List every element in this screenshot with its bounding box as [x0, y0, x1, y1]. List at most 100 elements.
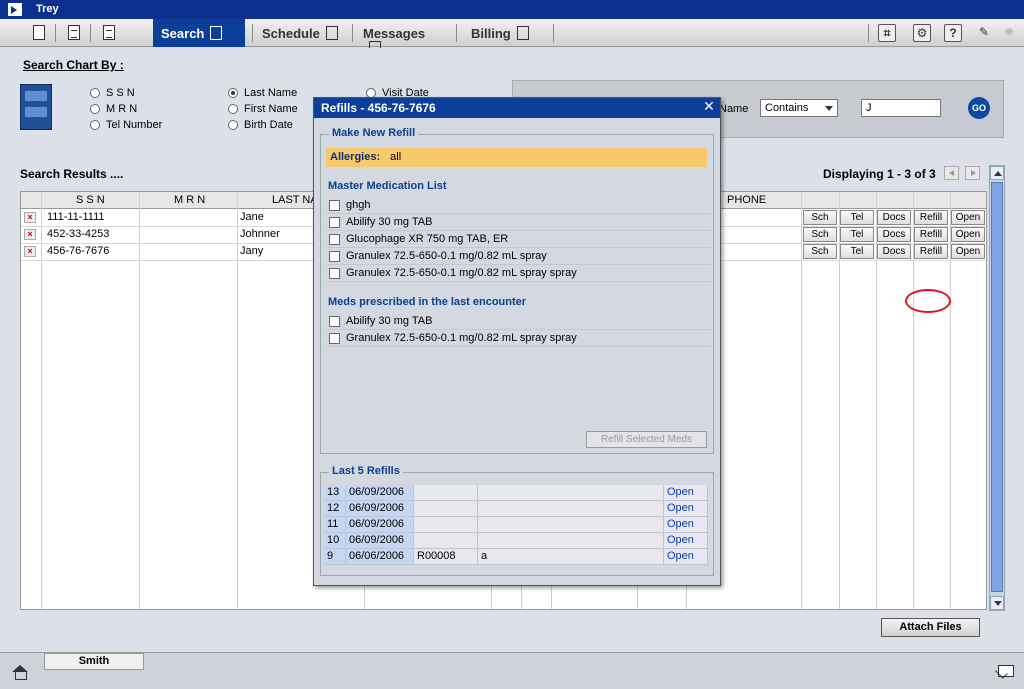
- refill-button[interactable]: Refill: [914, 244, 948, 259]
- results-scrollbar[interactable]: [989, 165, 1005, 611]
- radio-last-name[interactable]: Last Name: [228, 87, 297, 99]
- radio-ssn[interactable]: S S N: [90, 87, 135, 99]
- radio-dot[interactable]: [228, 120, 238, 130]
- radio-dot[interactable]: [228, 104, 238, 114]
- refill-selected-meds-button[interactable]: Refill Selected Meds: [586, 431, 707, 448]
- tel-button[interactable]: Tel: [840, 210, 874, 225]
- radio-birth-date[interactable]: Birth Date: [228, 119, 293, 131]
- med-checkbox[interactable]: [329, 233, 340, 245]
- cell-ssn: 111-11-1111: [47, 211, 105, 223]
- refill-open-link[interactable]: Open: [664, 533, 708, 549]
- radio-tel-number[interactable]: Tel Number: [90, 119, 162, 131]
- tab-messages[interactable]: Messages: [355, 19, 447, 55]
- prev-page-icon[interactable]: [944, 166, 959, 180]
- refill-note: [478, 533, 664, 549]
- match-type-select[interactable]: Contains: [760, 99, 838, 117]
- radio-dot[interactable]: [90, 104, 100, 114]
- refill-button[interactable]: Refill: [914, 210, 948, 225]
- med-item[interactable]: Granulex 72.5-650-0.1 mg/0.82 mL spray: [326, 248, 711, 265]
- mail-icon[interactable]: [998, 665, 1014, 677]
- help-icon[interactable]: ?: [944, 24, 962, 42]
- sch-button[interactable]: Sch: [803, 244, 837, 259]
- column-ssn[interactable]: S S N: [76, 194, 105, 206]
- attach-files-button[interactable]: Attach Files: [881, 618, 980, 637]
- search-query-input[interactable]: J: [861, 99, 941, 117]
- med-item[interactable]: Glucophage XR 750 mg TAB, ER: [326, 231, 711, 248]
- refill-ref: [414, 501, 478, 517]
- settings-search-icon[interactable]: ⚙: [913, 24, 931, 42]
- sch-button[interactable]: Sch: [803, 227, 837, 242]
- tab-billing-label: Billing: [471, 26, 511, 41]
- next-page-icon[interactable]: [965, 166, 980, 180]
- med-label: Granulex 72.5-650-0.1 mg/0.82 mL spray s…: [346, 267, 577, 279]
- tab-billing[interactable]: Billing: [463, 19, 553, 47]
- radio-mrn-label: M R N: [106, 103, 138, 115]
- med-item[interactable]: Abilify 30 mg TAB: [326, 214, 711, 231]
- med-item[interactable]: Abilify 30 mg TAB: [326, 313, 711, 330]
- tel-button[interactable]: Tel: [840, 227, 874, 242]
- radio-dot[interactable]: [90, 120, 100, 130]
- radio-dot-selected[interactable]: [228, 88, 238, 98]
- refill-button[interactable]: Refill: [914, 227, 948, 242]
- sch-button[interactable]: Sch: [803, 210, 837, 225]
- home-icon[interactable]: [12, 665, 28, 680]
- med-checkbox[interactable]: [329, 216, 340, 228]
- edit-icon[interactable]: ✎: [975, 24, 993, 42]
- docs-button[interactable]: Docs: [877, 227, 911, 242]
- med-checkbox[interactable]: [329, 199, 340, 211]
- delete-row-icon[interactable]: ×: [24, 246, 36, 257]
- med-item[interactable]: Granulex 72.5-650-0.1 mg/0.82 mL spray s…: [326, 265, 711, 282]
- dialog-title: Refills - 456-76-7676: [321, 101, 436, 115]
- delete-row-icon[interactable]: ×: [24, 229, 36, 240]
- open-button[interactable]: Open: [951, 210, 985, 225]
- refill-row: 10 06/09/2006 Open: [324, 533, 708, 549]
- field-label: Name: [719, 103, 749, 115]
- refill-open-link[interactable]: Open: [664, 517, 708, 533]
- document-icon[interactable]: [68, 25, 80, 40]
- refill-ref: R00008: [414, 549, 478, 565]
- open-button[interactable]: Open: [951, 244, 985, 259]
- refill-open-link[interactable]: Open: [664, 501, 708, 517]
- column-last-name[interactable]: LAST NA: [272, 194, 318, 206]
- toolbar-divider: [352, 24, 353, 42]
- med-label: Granulex 72.5-650-0.1 mg/0.82 mL spray s…: [346, 332, 577, 344]
- tab-schedule[interactable]: Schedule: [254, 19, 346, 47]
- refill-open-link[interactable]: Open: [664, 485, 708, 501]
- radio-dot[interactable]: [90, 88, 100, 98]
- docs-button[interactable]: Docs: [877, 244, 911, 259]
- close-icon[interactable]: ✕: [702, 99, 716, 114]
- radio-tel-label: Tel Number: [106, 119, 163, 131]
- column-phone[interactable]: PHONE: [727, 194, 766, 206]
- med-checkbox[interactable]: [329, 267, 340, 279]
- radio-first-name[interactable]: First Name: [228, 103, 298, 115]
- network-icon[interactable]: ⌗: [878, 24, 896, 42]
- refill-date: 06/09/2006: [346, 533, 414, 549]
- refill-open-link[interactable]: Open: [664, 549, 708, 565]
- scroll-thumb[interactable]: [991, 182, 1003, 592]
- med-checkbox[interactable]: [329, 332, 340, 344]
- radio-mrn[interactable]: M R N: [90, 103, 137, 115]
- docs-button[interactable]: Docs: [877, 210, 911, 225]
- window-titlebar: Trey: [0, 0, 1024, 19]
- toolbar-divider: [252, 24, 253, 42]
- toolbar-divider: [868, 24, 869, 42]
- column-mrn[interactable]: M R N: [174, 194, 205, 206]
- tab-search[interactable]: Search: [153, 19, 245, 47]
- med-checkbox[interactable]: [329, 250, 340, 262]
- refresh-icon[interactable]: ✺: [1000, 24, 1018, 42]
- notes-icon[interactable]: [103, 25, 115, 40]
- med-item[interactable]: Granulex 72.5-650-0.1 mg/0.82 mL spray s…: [326, 330, 711, 347]
- go-button[interactable]: GO: [968, 97, 990, 119]
- scroll-up-icon[interactable]: [990, 166, 1004, 180]
- med-checkbox[interactable]: [329, 315, 340, 327]
- med-label: ghgh: [346, 199, 371, 211]
- search-results-title: Search Results ....: [20, 167, 124, 181]
- search-document-icon: [210, 26, 223, 40]
- open-button[interactable]: Open: [951, 227, 985, 242]
- tel-button[interactable]: Tel: [840, 244, 874, 259]
- scroll-down-icon[interactable]: [990, 596, 1004, 610]
- new-document-icon[interactable]: [33, 25, 45, 40]
- med-item[interactable]: ghgh: [326, 197, 711, 214]
- open-chart-tab[interactable]: Smith: [44, 653, 144, 670]
- delete-row-icon[interactable]: ×: [24, 212, 36, 223]
